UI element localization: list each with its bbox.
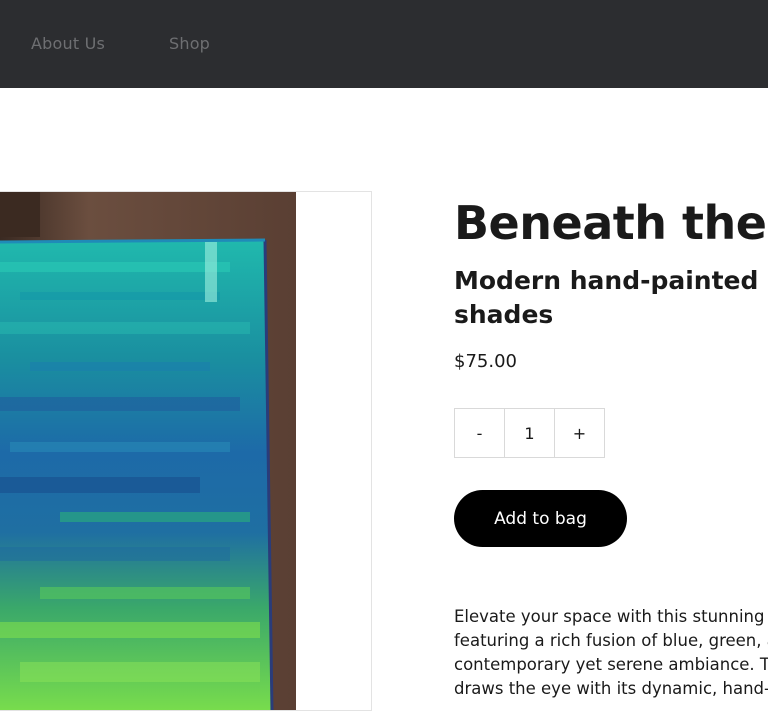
description-line: Elevate your space with this stunning a bbox=[454, 607, 768, 626]
product-title: Beneath the bbox=[454, 196, 767, 250]
product-image[interactable] bbox=[0, 191, 372, 711]
product-price: $75.00 bbox=[454, 351, 517, 372]
site-header: About Us Shop bbox=[0, 0, 768, 88]
description-line: contemporary yet serene ambiance. T bbox=[454, 655, 768, 674]
quantity-value[interactable]: 1 bbox=[504, 408, 555, 458]
description-line: draws the eye with its dynamic, hand- bbox=[454, 679, 768, 698]
quantity-decrement-button[interactable]: - bbox=[454, 408, 505, 458]
painting-image bbox=[0, 192, 296, 710]
nav-about-us[interactable]: About Us bbox=[31, 33, 105, 55]
add-to-bag-button[interactable]: Add to bag bbox=[454, 490, 627, 547]
description-line: featuring a rich fusion of blue, green, … bbox=[454, 631, 768, 650]
product-subtitle: Modern hand-painted w shades bbox=[454, 266, 768, 329]
product-description: Elevate your space with this stunning a … bbox=[454, 605, 768, 701]
nav-shop[interactable]: Shop bbox=[169, 33, 210, 55]
quantity-increment-button[interactable]: + bbox=[554, 408, 605, 458]
quantity-stepper: - 1 + bbox=[454, 408, 605, 458]
